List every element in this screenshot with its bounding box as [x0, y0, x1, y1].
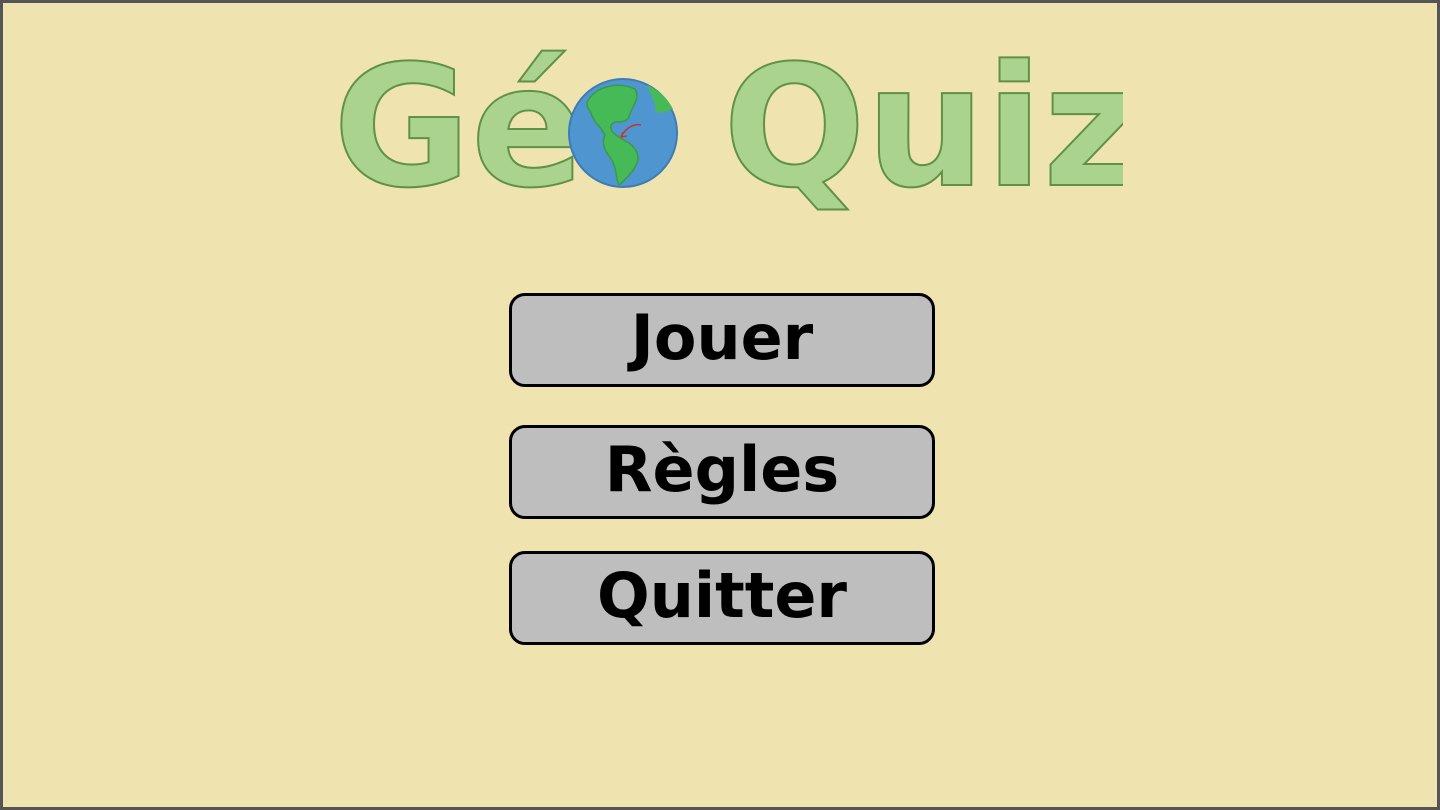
game-title: Gé Quiz: [333, 28, 1123, 221]
title-geo-text: Gé: [333, 29, 585, 221]
play-button[interactable]: Jouer: [509, 293, 935, 387]
main-menu-screen: Gé Quiz Jouer Règles Quitter: [0, 0, 1440, 810]
rules-button[interactable]: Règles: [509, 425, 935, 519]
title-quiz-text: Quiz: [723, 29, 1123, 221]
quit-button[interactable]: Quitter: [509, 551, 935, 645]
globe-icon: [568, 78, 678, 188]
